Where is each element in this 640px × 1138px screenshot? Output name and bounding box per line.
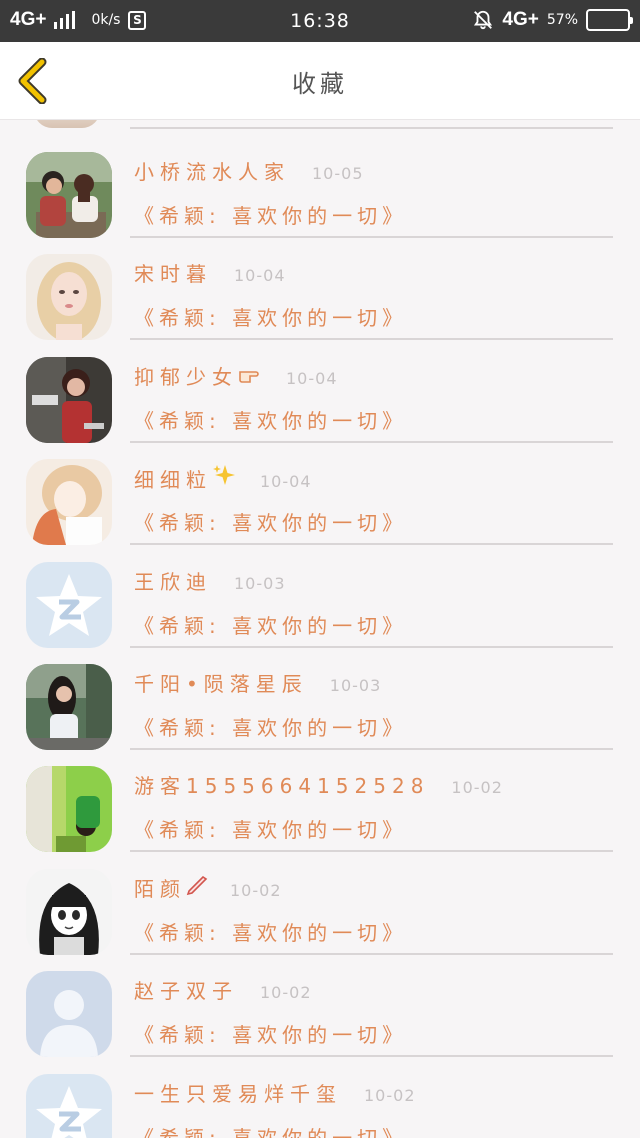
favorite-date: 10-02	[364, 1085, 416, 1105]
avatar[interactable]	[26, 766, 112, 853]
user-name: 游客1555664152528	[134, 774, 430, 799]
network-type-right: 4G+	[502, 9, 539, 30]
battery-percent: 57%	[546, 12, 578, 28]
favorite-date: 10-04	[234, 266, 286, 286]
status-bar: 4G+ 0k/s S 16:38 4G+ 57%	[0, 0, 640, 42]
favorite-title: 《希颖: 喜欢你的一切》	[134, 306, 408, 331]
list-item[interactable]: 宋时暮 10-04 《希颖: 喜欢你的一切》	[0, 228, 640, 341]
list-item[interactable]: 王欣迪 10-03 《希颖: 喜欢你的一切》	[0, 536, 640, 648]
name-line: 一生只爱易烊千玺 10-02	[134, 1078, 416, 1107]
list-item[interactable]: 细细粒 10-04 《希颖: 喜欢你的一切》	[0, 433, 640, 546]
favorite-title: 《希颖: 喜欢你的一切》	[134, 511, 408, 536]
favorite-date: 10-02	[451, 778, 503, 798]
favorite-date: 10-03	[329, 676, 382, 695]
user-name: 细细粒	[134, 468, 212, 493]
user-name: 宋时暮	[134, 262, 212, 287]
favorite-title: 《希颖: 喜欢你的一切》	[134, 204, 408, 228]
name-line: 王欣迪 10-03	[134, 566, 286, 595]
name-line: 千阳•陨落星辰 10-03	[134, 668, 381, 697]
favorite-title: 《希颖: 喜欢你的一切》	[134, 716, 408, 740]
sparkles-icon	[212, 463, 238, 491]
avatar[interactable]	[26, 561, 112, 648]
favorite-date: 10-04	[260, 472, 312, 492]
list-item[interactable]: 游客1555664152528 10-02 《希颖: 喜欢你的一切》	[0, 740, 640, 853]
name-line: 细细粒 10-04	[134, 463, 312, 493]
status-right: 4G+ 57%	[472, 9, 633, 31]
pen-icon	[186, 875, 208, 900]
favorite-title: 《希颖: 喜欢你的一切》	[134, 1125, 408, 1138]
nav-bar: 收藏	[0, 42, 640, 120]
user-name: 一生只爱易烊千玺	[134, 1081, 342, 1106]
list-item[interactable]: 抑郁少女 10-04 《希颖: 喜欢你的一切》	[0, 331, 640, 443]
name-line: 陌颜 10-02	[134, 873, 282, 902]
favorite-title: 《希颖: 喜欢你的一切》	[134, 613, 408, 638]
favorite-date: 10-02	[260, 983, 312, 1003]
favorite-date: 10-04	[286, 368, 338, 388]
favorite-title: 《希颖: 喜欢你的一切》	[134, 408, 408, 433]
user-name: 王欣迪	[134, 569, 212, 594]
list-item[interactable]: 小桥流水人家 10-05 《希颖: 喜欢你的一切》	[0, 126, 640, 238]
name-line: 游客1555664152528 10-02	[134, 770, 503, 799]
avatar[interactable]	[26, 664, 112, 750]
favorites-list[interactable]: 小桥流水人家 10-05 《希颖: 喜欢你的一切》 宋时暮 10-04 《希颖: 喜欢你的…	[0, 120, 640, 1138]
user-name: 陌颜	[134, 876, 186, 901]
bell-muted-icon	[474, 10, 493, 30]
list-item[interactable]: 赵子双子 10-02 《希颖: 喜欢你的一切》	[0, 945, 640, 1058]
favorite-date: 10-05	[312, 164, 364, 183]
avatar[interactable]	[26, 1073, 112, 1138]
avatar[interactable]	[26, 459, 112, 546]
user-name: 抑郁少女	[134, 364, 238, 389]
avatar[interactable]	[26, 152, 112, 238]
favorite-title: 《希颖: 喜欢你的一切》	[134, 1023, 408, 1048]
favorite-title: 《希颖: 喜欢你的一切》	[134, 818, 408, 843]
battery-icon	[586, 9, 633, 31]
favorite-date: 10-02	[230, 880, 282, 900]
name-line: 宋时暮 10-04	[134, 258, 286, 287]
name-line: 赵子双子 10-02	[134, 975, 312, 1004]
user-name: 千阳•陨落星辰	[134, 672, 308, 696]
list-item[interactable]: 千阳•陨落星辰 10-03 《希颖: 喜欢你的一切》	[0, 638, 640, 750]
avatar[interactable]	[26, 971, 112, 1058]
list-item[interactable]: 陌颜 10-02 《希颖: 喜欢你的一切》	[0, 843, 640, 955]
favorite-date: 10-03	[234, 573, 286, 593]
page-title: 收藏	[292, 70, 348, 98]
favorite-title: 《希颖: 喜欢你的一切》	[134, 920, 408, 945]
avatar[interactable]	[26, 356, 112, 443]
avatar[interactable]	[26, 254, 112, 341]
pointing-hand-icon	[238, 366, 264, 388]
user-name: 小桥流水人家	[134, 160, 290, 184]
list-item[interactable]: 一生只爱易烊千玺 10-02 《希颖: 喜欢你的一切》	[0, 1048, 640, 1138]
name-line: 小桥流水人家 10-05	[134, 156, 364, 185]
avatar[interactable]	[26, 868, 112, 955]
user-name: 赵子双子	[134, 979, 238, 1004]
name-line: 抑郁少女 10-04	[134, 361, 338, 390]
